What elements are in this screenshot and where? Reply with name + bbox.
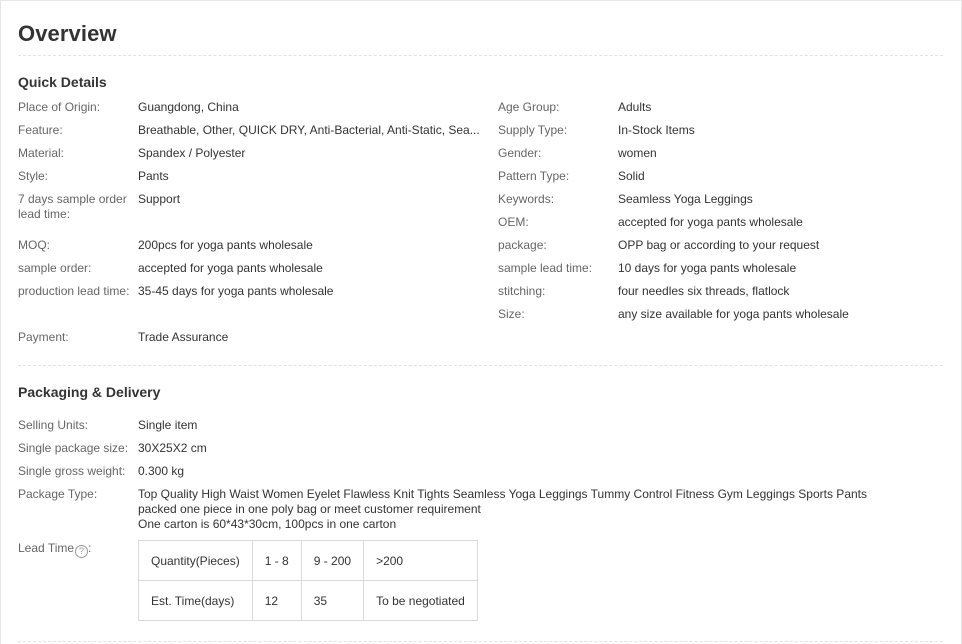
detail-value: accepted for yoga pants wholesale bbox=[618, 215, 803, 229]
detail-label: Selling Units: bbox=[18, 418, 89, 432]
package-type-line: Top Quality High Waist Women Eyelet Flaw… bbox=[138, 487, 867, 501]
table-cell: 12 bbox=[251, 580, 302, 621]
quick-details-heading: Quick Details bbox=[18, 74, 107, 90]
detail-value: Adults bbox=[618, 100, 652, 114]
table-cell: 1 - 8 bbox=[251, 540, 302, 581]
detail-label: Pattern Type: bbox=[498, 169, 570, 183]
detail-label: Lead Time?: bbox=[18, 541, 133, 558]
detail-value: Spandex / Polyester bbox=[138, 146, 246, 160]
lead-time-table: Quantity(Pieces) 1 - 8 9 - 200 >200 Est.… bbox=[138, 540, 478, 621]
bottom-divider bbox=[18, 641, 943, 642]
detail-value: Top Quality High Waist Women Eyelet Flaw… bbox=[138, 487, 867, 532]
table-row: Est. Time(days) 12 35 To be negotiated bbox=[138, 580, 478, 621]
table-cell: 9 - 200 bbox=[300, 540, 365, 581]
package-type-line: packed one piece in one poly bag or meet… bbox=[138, 502, 481, 516]
detail-value: Trade Assurance bbox=[138, 330, 229, 344]
lead-time-colon: : bbox=[88, 541, 92, 555]
detail-label: sample lead time: bbox=[498, 261, 593, 275]
detail-label: Style: bbox=[18, 169, 49, 183]
detail-label: Feature: bbox=[18, 123, 63, 137]
detail-label: Single gross weight: bbox=[18, 464, 126, 478]
detail-package-type: Package Type: Top Quality High Waist Wom… bbox=[18, 487, 918, 532]
detail-label: Payment: bbox=[18, 330, 69, 344]
package-type-line: One carton is 60*43*30cm, 100pcs in one … bbox=[138, 517, 397, 531]
table-cell: Quantity(Pieces) bbox=[138, 540, 253, 581]
detail-value: Seamless Yoga Leggings bbox=[618, 192, 753, 206]
detail-label: 7 days sample order lead time: bbox=[18, 192, 127, 221]
section-divider bbox=[18, 365, 943, 366]
detail-value: 0.300 kg bbox=[138, 464, 185, 478]
detail-value: any size available for yoga pants wholes… bbox=[618, 307, 849, 321]
detail-label: OEM: bbox=[498, 215, 529, 229]
detail-value: Single item bbox=[138, 418, 198, 432]
detail-label: stitching: bbox=[498, 284, 546, 298]
detail-label: Package Type: bbox=[18, 487, 98, 501]
detail-value: 10 days for yoga pants wholesale bbox=[618, 261, 797, 275]
table-cell: 35 bbox=[300, 580, 365, 621]
packaging-heading: Packaging & Delivery bbox=[18, 384, 161, 400]
detail-value: 35-45 days for yoga pants wholesale bbox=[138, 284, 334, 298]
help-icon[interactable]: ? bbox=[75, 545, 89, 558]
detail-label: package: bbox=[498, 238, 547, 252]
detail-label: sample order: bbox=[18, 261, 92, 275]
lead-time-label: Lead Time bbox=[18, 541, 75, 555]
detail-label: production lead time: bbox=[18, 284, 130, 298]
page-title: Overview bbox=[18, 21, 117, 46]
detail-label: Age Group: bbox=[498, 100, 560, 114]
detail-value: accepted for yoga pants wholesale bbox=[138, 261, 323, 275]
detail-label: Size: bbox=[498, 307, 525, 321]
detail-value: women bbox=[618, 146, 657, 160]
detail-label: Single package size: bbox=[18, 441, 129, 455]
detail-label: Supply Type: bbox=[498, 123, 568, 137]
detail-value: 30X25X2 cm bbox=[138, 441, 207, 455]
detail-value: 200pcs for yoga pants wholesale bbox=[138, 238, 313, 252]
detail-label: Place of Origin: bbox=[18, 100, 101, 114]
table-cell: To be negotiated bbox=[363, 580, 478, 621]
table-cell: >200 bbox=[363, 540, 478, 581]
detail-value: Breathable, Other, QUICK DRY, Anti-Bacte… bbox=[138, 123, 480, 137]
table-cell: Est. Time(days) bbox=[138, 580, 253, 621]
detail-value: Guangdong, China bbox=[138, 100, 239, 114]
detail-value: Pants bbox=[138, 169, 169, 183]
detail-label: MOQ: bbox=[18, 238, 50, 252]
detail-label: Keywords: bbox=[498, 192, 555, 206]
detail-value: OPP bag or according to your request bbox=[618, 238, 820, 252]
detail-label: Material: bbox=[18, 146, 65, 160]
detail-value: In-Stock Items bbox=[618, 123, 695, 137]
detail-value: Support bbox=[138, 192, 181, 206]
table-row: Quantity(Pieces) 1 - 8 9 - 200 >200 bbox=[138, 540, 478, 581]
detail-label: Gender: bbox=[498, 146, 542, 160]
title-divider bbox=[18, 55, 943, 56]
detail-value: Solid bbox=[618, 169, 645, 183]
detail-value: four needles six threads, flatlock bbox=[618, 284, 790, 298]
overview-panel: Overview Quick Details Place of Origin: … bbox=[0, 0, 962, 644]
